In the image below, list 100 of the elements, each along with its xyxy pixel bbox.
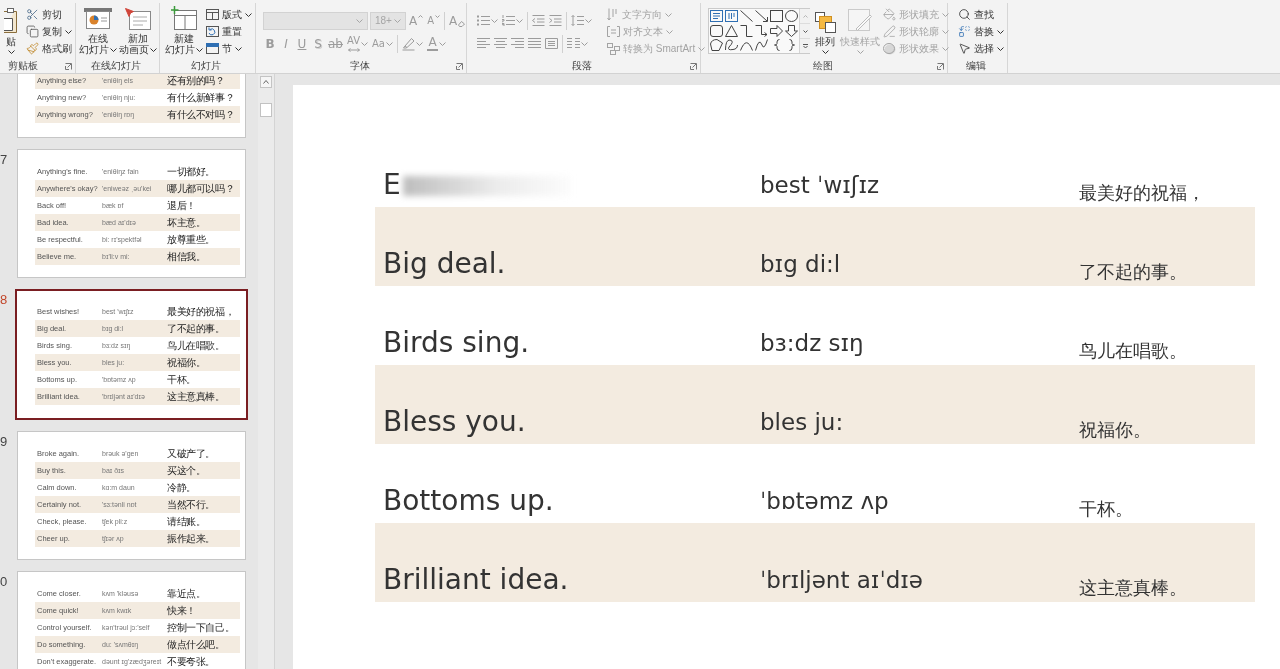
- right-brace-icon[interactable]: [788, 39, 795, 52]
- meaning-text: 坏主意。: [167, 217, 206, 228]
- paste-button[interactable]: 贴: [4, 3, 18, 55]
- replace-button[interactable]: 替换: [958, 23, 1004, 40]
- slide-number: 8: [0, 292, 8, 307]
- meaning-text: 不要夸张。: [167, 656, 215, 667]
- line-icon[interactable]: [740, 10, 753, 23]
- elbow-connector-icon[interactable]: [740, 24, 753, 37]
- cut-button[interactable]: 剪切: [26, 6, 72, 23]
- meaning-text: 鸟儿在唱歌。: [1079, 340, 1187, 363]
- meaning-text: 最美好的祝福，: [167, 306, 235, 317]
- eraser-icon: [458, 20, 466, 27]
- meaning-text: 祝福你。: [1079, 419, 1151, 442]
- polygon-icon[interactable]: [710, 39, 723, 52]
- new-slide-button[interactable]: 新建 幻灯片: [165, 3, 203, 55]
- down-arrow-icon[interactable]: [785, 24, 798, 37]
- format-painter-button[interactable]: 格式刷: [26, 40, 72, 57]
- line-spacing-icon: [571, 15, 584, 26]
- layout-icon: [206, 9, 219, 20]
- justify-icon: [528, 38, 541, 49]
- columns-icon: [567, 38, 580, 49]
- pen-line-icon: [883, 25, 896, 38]
- scissors-icon: [26, 8, 39, 21]
- pointer-icon: [958, 42, 971, 55]
- meaning-text: 鸟儿在唱歌。: [167, 340, 225, 351]
- meaning-text: 祝福你。: [167, 357, 206, 368]
- left-brace-icon[interactable]: [773, 39, 780, 52]
- decrease-indent-icon: [532, 15, 545, 26]
- meaning-text: 又破产了。: [167, 448, 215, 459]
- arrow-line-icon[interactable]: [755, 10, 768, 23]
- phonetic-text: bɜ:dz sɪŋ: [760, 329, 864, 358]
- group-label: 绘图: [812, 60, 833, 72]
- meaning-text: 干杯。: [167, 374, 196, 385]
- copy-button[interactable]: 复制: [26, 23, 72, 40]
- curve-icon[interactable]: [755, 39, 768, 52]
- replace-icon: [958, 25, 971, 38]
- align-left-icon: [477, 38, 490, 49]
- group-label: 剪贴板: [8, 60, 38, 72]
- phonetic-text: bɪg di:l: [760, 250, 841, 279]
- meaning-text: 一切都好。: [167, 166, 215, 177]
- group-label: 编辑: [966, 60, 986, 72]
- find-button[interactable]: 查找: [958, 6, 1004, 23]
- meaning-text: 相信我。: [167, 251, 206, 262]
- rectangle-icon[interactable]: [770, 10, 783, 23]
- vertical-text-box-icon[interactable]: [725, 10, 738, 23]
- phonetic-text: ˈbɒtəmz ʌp: [760, 487, 889, 516]
- meaning-text: 了不起的事。: [167, 323, 225, 334]
- scroll-up-button[interactable]: [260, 76, 272, 88]
- chevron-up-icon: [802, 14, 808, 18]
- dialog-launcher-icon[interactable]: [937, 62, 944, 70]
- section-button[interactable]: 节: [206, 40, 252, 57]
- phonetic-text: ˈbrɪljənt aɪˈdɪə: [760, 566, 924, 595]
- meaning-text: 最美好的祝福，: [1079, 182, 1205, 205]
- arrange-button[interactable]: 排列: [813, 3, 837, 55]
- dialog-launcher-icon[interactable]: [456, 62, 463, 70]
- square-pen-icon: [848, 9, 872, 33]
- meaning-text: 请结账。: [167, 516, 206, 527]
- layout-button[interactable]: 版式: [206, 6, 252, 23]
- phonetic-text: bles ju:: [760, 408, 844, 437]
- presentation-screen-icon: [84, 8, 112, 30]
- group-label: 段落: [572, 60, 592, 72]
- text-box-icon[interactable]: [710, 10, 723, 23]
- online-slides-button[interactable]: 在线 幻灯片: [79, 3, 117, 55]
- scrollbar-thumb[interactable]: [260, 103, 272, 117]
- reset-slide-icon: [206, 26, 219, 37]
- triangle-icon[interactable]: [725, 24, 738, 37]
- select-button[interactable]: 选择: [958, 40, 1004, 57]
- text-direction-icon: [607, 8, 619, 21]
- dialog-launcher-icon[interactable]: [65, 62, 72, 70]
- group-label: 字体: [349, 60, 370, 72]
- meaning-text: 靠近点。: [167, 588, 206, 599]
- oval-icon[interactable]: [785, 10, 798, 23]
- meaning-text: 买这个。: [167, 465, 206, 476]
- bullet-list-icon: [477, 15, 490, 26]
- copy-icon: [26, 25, 39, 38]
- expand-icon: [802, 43, 808, 49]
- dialog-launcher-icon[interactable]: [690, 62, 697, 70]
- gallery-more-button[interactable]: [800, 39, 810, 53]
- meaning-text: 退后！: [167, 200, 196, 211]
- phonetic-text: best ˈwɪʃɪz: [760, 171, 880, 200]
- elbow-arrow-icon[interactable]: [755, 24, 768, 37]
- scribble-icon[interactable]: [725, 39, 738, 52]
- slide-number: 7: [0, 152, 8, 167]
- numbered-list-icon: [502, 15, 515, 26]
- caret-up-icon: [418, 14, 424, 18]
- right-arrow-icon[interactable]: [770, 24, 783, 37]
- distribute-icon: [545, 38, 558, 49]
- search-icon: [958, 8, 971, 21]
- reset-button[interactable]: 重置: [206, 23, 252, 40]
- rounded-rectangle-icon[interactable]: [710, 24, 723, 37]
- meaning-text: 哪儿都可以吗？: [167, 183, 235, 194]
- phrase-text: Big deal.: [383, 248, 506, 280]
- meaning-text: 当然不行。: [167, 499, 215, 510]
- shape-effects-icon: [883, 42, 896, 55]
- arc-icon[interactable]: [740, 39, 753, 52]
- double-arrow-icon: [347, 48, 360, 52]
- paint-bucket-icon: [883, 8, 896, 21]
- meaning-text: 还有别的吗？: [167, 75, 225, 86]
- group-label: 幻灯片: [191, 60, 221, 72]
- add-animation-page-button[interactable]: 新加 动画页: [119, 3, 157, 55]
